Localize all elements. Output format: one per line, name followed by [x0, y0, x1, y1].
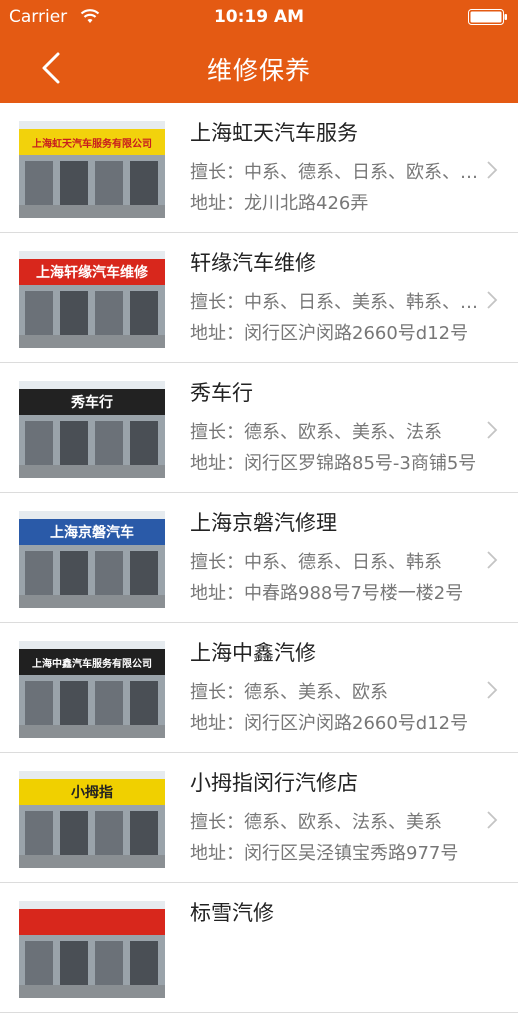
shop-photo: 上海京磐汽车	[19, 511, 165, 608]
chevron-right-icon	[487, 421, 498, 439]
shop-photo: 上海中鑫汽车服务有限公司	[19, 641, 165, 738]
list-item[interactable]: 上海中鑫汽车服务有限公司 上海中鑫汽修 擅长：德系、美系、欧系 地址：闵行区沪闵…	[0, 623, 518, 753]
shop-address: 地址：闵行区罗锦路85号-3商铺5号	[190, 453, 477, 474]
shop-list: 上海虹天汽车服务有限公司 上海虹天汽车服务 擅长：中系、德系、日系、欧系、美系 …	[0, 103, 518, 1013]
list-item[interactable]: 小拇指 小拇指闵行汽修店 擅长：德系、欧系、法系、美系 地址：闵行区吴泾镇宝秀路…	[0, 753, 518, 883]
list-item[interactable]: 秀车行 秀车行 擅长：德系、欧系、美系、法系 地址：闵行区罗锦路85号-3商铺5…	[0, 363, 518, 493]
battery-icon	[468, 9, 507, 25]
top-bar: Carrier 10:19 AM 维修保养	[0, 0, 518, 103]
list-item[interactable]: 上海虹天汽车服务有限公司 上海虹天汽车服务 擅长：中系、德系、日系、欧系、美系 …	[0, 103, 518, 233]
shop-specialty: 擅长：中系、日系、美系、韩系、德系	[190, 292, 482, 313]
shop-name: 小拇指闵行汽修店	[190, 771, 358, 795]
sign-text: 上海京磐汽车	[50, 524, 134, 541]
clock: 10:19 AM	[213, 7, 305, 27]
list-item[interactable]: 上海京磐汽车 上海京磐汽修理 擅长：中系、德系、日系、韩系 地址：中春路988号…	[0, 493, 518, 623]
shop-specialty: 擅长：中系、德系、日系、韩系	[190, 552, 442, 573]
navigation-bar: 维修保养	[0, 34, 518, 103]
shop-name: 秀车行	[190, 381, 253, 405]
shop-specialty: 擅长：德系、欧系、美系、法系	[190, 422, 442, 443]
chevron-right-icon	[487, 811, 498, 829]
shop-photo: 上海轩缘汽车维修	[19, 251, 165, 348]
shop-photo: 上海虹天汽车服务有限公司	[19, 121, 165, 218]
shop-photo: 小拇指	[19, 771, 165, 868]
shop-address: 地址：闵行区吴泾镇宝秀路977号	[190, 843, 459, 864]
shop-photo: 秀车行	[19, 381, 165, 478]
sign-text: 秀车行	[70, 394, 113, 411]
sign-text: 上海轩缘汽车维修	[36, 264, 149, 281]
shop-specialty: 擅长：德系、美系、欧系	[190, 682, 388, 703]
shop-specialty: 擅长：中系、德系、日系、欧系、美系	[190, 162, 482, 183]
chevron-right-icon	[487, 291, 498, 309]
shop-specialty: 擅长：德系、欧系、法系、美系	[190, 812, 442, 833]
shop-address: 地址：闵行区沪闵路2660号d12号	[190, 713, 469, 734]
chevron-right-icon	[487, 551, 498, 569]
list-item[interactable]: 标雪汽修	[0, 883, 518, 1013]
shop-name: 标雪汽修	[190, 901, 274, 925]
shop-name: 上海京磐汽修理	[190, 511, 337, 535]
chevron-right-icon	[487, 681, 498, 699]
page-title: 维修保养	[206, 56, 311, 85]
shop-name: 上海中鑫汽修	[190, 641, 316, 665]
sign-text: 小拇指	[71, 784, 113, 801]
sign-text: 上海中鑫汽车服务有限公司	[32, 657, 152, 670]
sign-text: 上海虹天汽车服务有限公司	[32, 137, 152, 150]
shop-name: 上海虹天汽车服务	[190, 121, 358, 145]
list-item[interactable]: 上海轩缘汽车维修 轩缘汽车维修 擅长：中系、日系、美系、韩系、德系 地址：闵行区…	[0, 233, 518, 363]
shop-address: 地址：中春路988号7号楼一楼2号	[190, 583, 464, 604]
status-bar: Carrier 10:19 AM	[0, 0, 518, 34]
shop-address: 地址：龙川北路426弄	[190, 193, 369, 214]
chevron-right-icon	[487, 161, 498, 179]
shop-address: 地址：闵行区沪闵路2660号d12号	[190, 323, 469, 344]
shop-photo	[19, 901, 165, 998]
shop-name: 轩缘汽车维修	[190, 251, 316, 275]
